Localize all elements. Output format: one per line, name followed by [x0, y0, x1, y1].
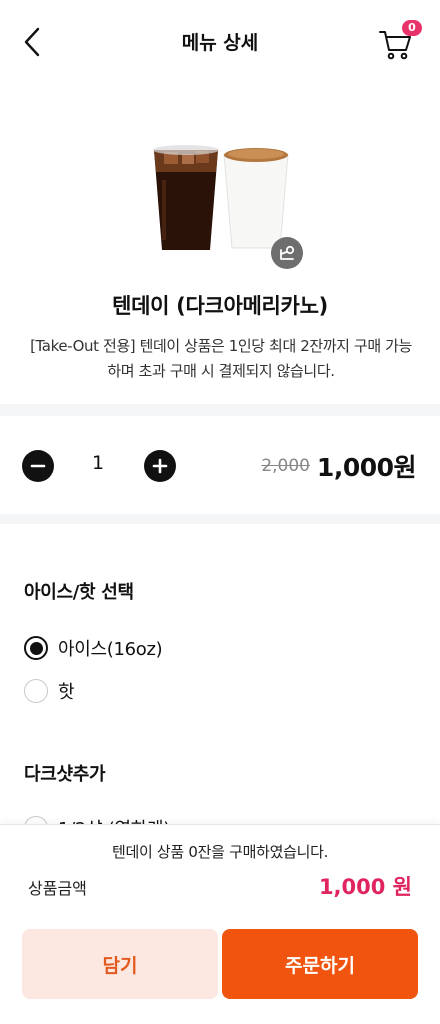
bottom-order-panel: 텐데이 상품 0잔을 구매하였습니다. 상품금액 1,000 원 담기 주문하기 [0, 824, 440, 1024]
add-to-cart-button[interactable]: 담기 [22, 929, 218, 999]
decrease-quantity-button[interactable] [22, 450, 54, 482]
option-label: 핫 [58, 682, 75, 703]
total-amount: 1,000 원 [318, 875, 412, 899]
quantity-value: 1 [91, 452, 105, 474]
dark-shot-option-title: 다크샷추가 [24, 764, 106, 785]
cart-count-badge: 0 [402, 20, 422, 36]
total-label: 상품금액 [28, 879, 87, 898]
product-name: 텐데이 (다크아메리카노) [112, 294, 328, 318]
purchase-limit-note: 텐데이 상품 0잔을 구매하였습니다. [111, 843, 329, 861]
option-hot[interactable]: 핫 [24, 677, 75, 705]
plus-circle-icon [152, 458, 168, 474]
minus-circle-icon [30, 464, 46, 468]
order-button[interactable]: 주문하기 [222, 929, 418, 999]
option-ice[interactable]: 아이스(16oz) [24, 634, 163, 662]
share-icon [280, 245, 295, 260]
page-title: 메뉴 상세 [181, 32, 259, 54]
section-divider [0, 514, 440, 524]
original-price: 2,000 [261, 456, 310, 476]
share-button[interactable] [271, 237, 303, 269]
current-price: 1,000원 [316, 453, 417, 482]
quantity-row: 1 2,000 1,000원 [0, 418, 440, 514]
product-description: [Take-Out 전용] 텐데이 상품은 1인당 최대 2잔까지 구매 가능하… [30, 337, 412, 380]
cart-button[interactable]: 0 [378, 20, 422, 62]
radio-button-selected[interactable] [24, 636, 48, 660]
temperature-option-title: 아이스/핫 선택 [24, 582, 134, 603]
option-label: 아이스(16oz) [58, 639, 163, 660]
header: 메뉴 상세 0 [0, 0, 440, 86]
radio-button[interactable] [24, 679, 48, 703]
section-divider [0, 404, 440, 416]
increase-quantity-button[interactable] [144, 450, 176, 482]
